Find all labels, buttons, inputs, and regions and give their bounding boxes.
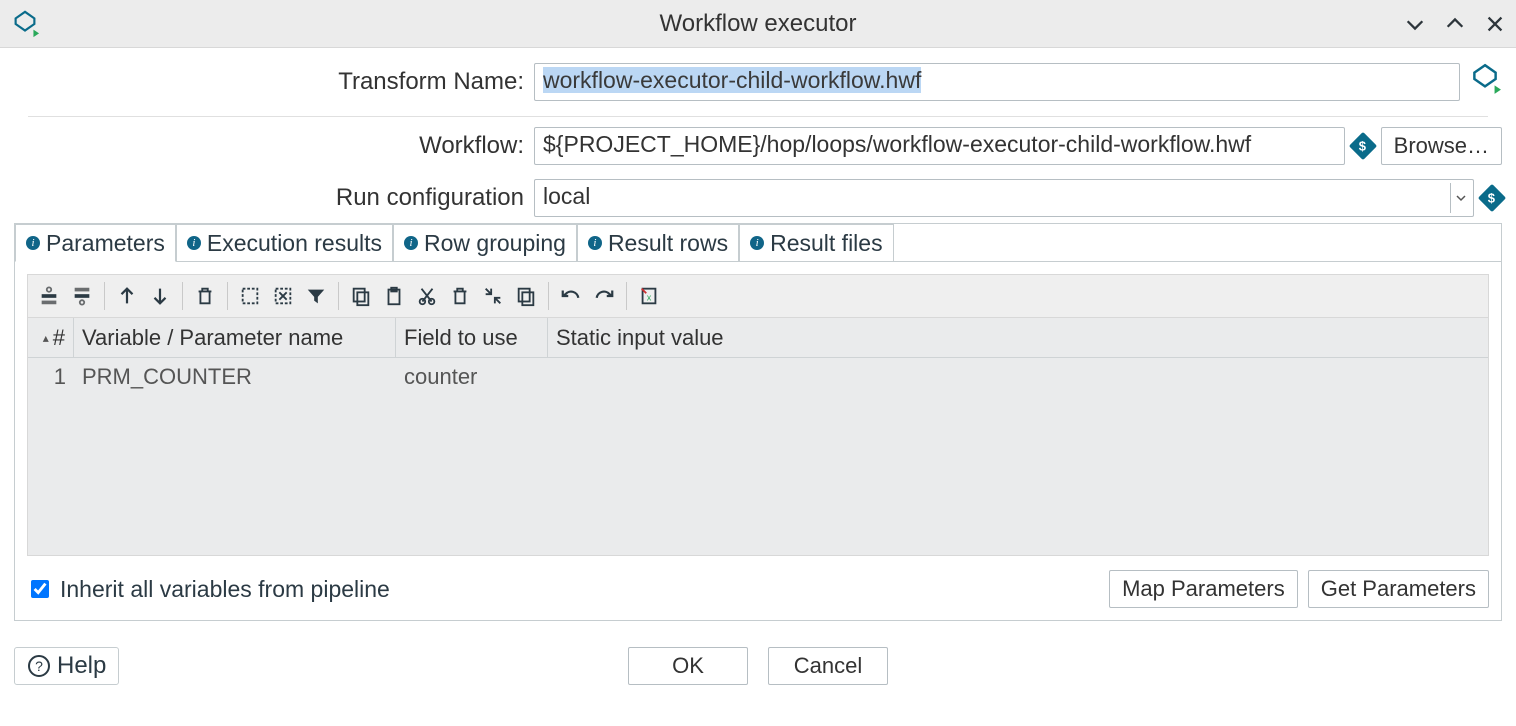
inherit-checkbox[interactable] xyxy=(31,580,49,598)
tab-panel-parameters: x # Variable / Parameter name Field to u… xyxy=(15,262,1501,620)
paste-icon[interactable] xyxy=(379,281,409,311)
chevron-down-icon[interactable] xyxy=(1450,183,1470,213)
move-up-icon[interactable] xyxy=(112,281,142,311)
dialog-button-bar: Help OK Cancel xyxy=(0,635,1516,697)
add-row-below-icon[interactable] xyxy=(67,281,97,311)
cell-num: 1 xyxy=(28,364,74,390)
tab-result-files[interactable]: i Result files xyxy=(739,224,893,262)
transform-name-value: workflow-executor-child-workflow.hwf xyxy=(543,67,921,93)
map-parameters-button[interactable]: Map Parameters xyxy=(1109,570,1298,608)
table-row[interactable]: 1PRM_COUNTERcounter xyxy=(28,358,1488,396)
form-area: Transform Name: workflow-executor-child-… xyxy=(0,48,1516,217)
browse-button[interactable]: Browse… xyxy=(1381,127,1502,165)
window-title: Workflow executor xyxy=(660,10,857,38)
inherit-label-text: Inherit all variables from pipeline xyxy=(60,576,390,603)
info-icon: i xyxy=(26,236,40,250)
maximize-button[interactable] xyxy=(1444,13,1466,35)
column-header-field[interactable]: Field to use xyxy=(396,318,548,357)
redo-icon[interactable] xyxy=(589,281,619,311)
cell-field[interactable]: counter xyxy=(396,364,548,390)
undo-icon[interactable] xyxy=(556,281,586,311)
parameter-grid: # Variable / Parameter name Field to use… xyxy=(27,318,1489,556)
info-icon: i xyxy=(588,236,602,250)
move-down-icon[interactable] xyxy=(145,281,175,311)
hop-icon xyxy=(1468,62,1502,102)
variable-badge-icon: $ xyxy=(1348,132,1376,160)
run-config-input[interactable]: local xyxy=(534,179,1474,217)
minimize-button[interactable] xyxy=(1404,13,1426,35)
toolbar-separator xyxy=(227,282,228,310)
inherit-checkbox-label[interactable]: Inherit all variables from pipeline xyxy=(27,576,390,603)
app-icon xyxy=(10,9,40,39)
export-excel-icon[interactable]: x xyxy=(634,281,664,311)
separator xyxy=(28,116,1488,117)
tab-strip: i Parameters i Execution results i Row g… xyxy=(15,224,1501,262)
collapse-icon[interactable] xyxy=(478,281,508,311)
table-toolbar: x xyxy=(27,274,1489,318)
info-icon: i xyxy=(187,236,201,250)
tab-row-grouping[interactable]: i Row grouping xyxy=(393,224,577,262)
column-header-name[interactable]: Variable / Parameter name xyxy=(74,318,396,357)
tab-container: i Parameters i Execution results i Row g… xyxy=(14,223,1502,621)
variable-badge-icon: $ xyxy=(1478,184,1506,212)
delete-icon[interactable] xyxy=(190,281,220,311)
help-button[interactable]: Help xyxy=(14,647,119,685)
tab-parameters[interactable]: i Parameters xyxy=(15,224,176,262)
column-header-num[interactable]: # xyxy=(28,318,74,357)
add-row-above-icon[interactable] xyxy=(34,281,64,311)
run-config-label: Run configuration xyxy=(14,184,534,212)
cancel-button[interactable]: Cancel xyxy=(768,647,888,685)
delete-icon[interactable] xyxy=(445,281,475,311)
clear-selection-icon[interactable] xyxy=(268,281,298,311)
workflow-input[interactable]: ${PROJECT_HOME}/hop/loops/workflow-execu… xyxy=(534,127,1345,165)
filter-icon[interactable] xyxy=(301,281,331,311)
transform-name-label: Transform Name: xyxy=(14,68,534,96)
cut-icon[interactable] xyxy=(412,281,442,311)
toolbar-separator xyxy=(626,282,627,310)
info-icon: i xyxy=(750,236,764,250)
cell-name[interactable]: PRM_COUNTER xyxy=(74,364,396,390)
run-config-dropdown[interactable]: local xyxy=(534,179,1474,217)
toolbar-separator xyxy=(104,282,105,310)
workflow-label: Workflow: xyxy=(14,132,534,160)
copy-icon[interactable] xyxy=(346,281,376,311)
toolbar-separator xyxy=(548,282,549,310)
workflow-value: ${PROJECT_HOME}/hop/loops/workflow-execu… xyxy=(543,131,1251,157)
close-button[interactable] xyxy=(1484,13,1506,35)
tab-execution-results[interactable]: i Execution results xyxy=(176,224,393,262)
info-icon: i xyxy=(404,236,418,250)
svg-text:x: x xyxy=(647,293,652,303)
tab-result-rows[interactable]: i Result rows xyxy=(577,224,739,262)
ok-button[interactable]: OK xyxy=(628,647,748,685)
column-header-value[interactable]: Static input value xyxy=(548,318,1488,357)
run-config-value: local xyxy=(543,183,590,209)
toolbar-separator xyxy=(182,282,183,310)
transform-name-input[interactable]: workflow-executor-child-workflow.hwf xyxy=(534,63,1460,101)
duplicate-icon[interactable] xyxy=(511,281,541,311)
titlebar: Workflow executor xyxy=(0,0,1516,48)
select-all-icon[interactable] xyxy=(235,281,265,311)
get-parameters-button[interactable]: Get Parameters xyxy=(1308,570,1489,608)
toolbar-separator xyxy=(338,282,339,310)
